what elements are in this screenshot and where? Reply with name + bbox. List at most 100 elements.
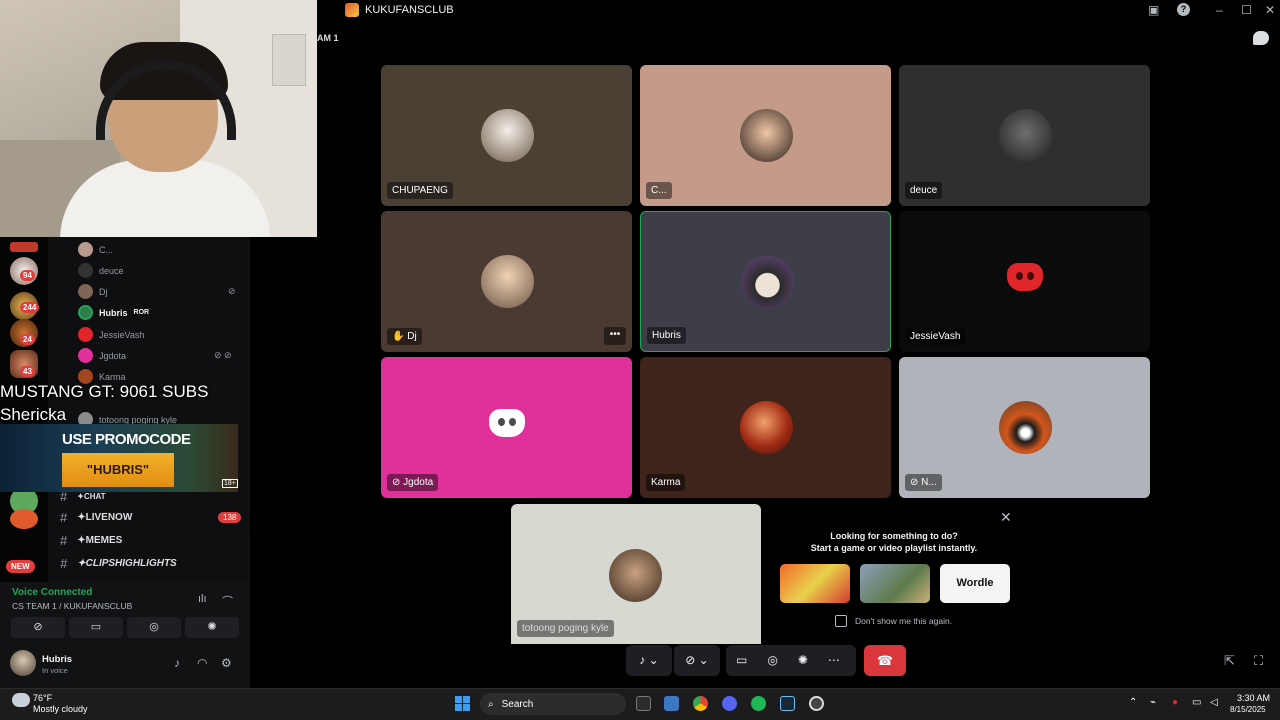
more-icon[interactable]: ⋯ [828, 653, 860, 667]
headphones-icon[interactable]: ◠ [197, 656, 207, 670]
unread-badge: 138 [218, 512, 242, 523]
channel-memes[interactable]: # ✦MEMES [60, 533, 122, 548]
disconnect-icon[interactable]: ⌒ [222, 593, 233, 609]
mute-button[interactable]: ♪ ⌄ [626, 645, 672, 676]
server-icon[interactable] [10, 242, 38, 252]
chat-icon[interactable] [1253, 31, 1269, 45]
activity-icon[interactable]: ◎ [767, 653, 797, 667]
voice-connected-status[interactable]: Voice Connected [12, 587, 92, 598]
participant-tile[interactable]: totoong poging kyle [511, 504, 761, 644]
app-icon[interactable] [809, 696, 824, 711]
participant-name-text: Dj [407, 331, 417, 342]
spotify-icon[interactable] [751, 696, 766, 711]
activity-title-line1: Looking for something to do? [830, 531, 958, 541]
participant-name: ⊘ N... [905, 474, 942, 491]
voice-waveform-icon[interactable]: ılı [198, 593, 207, 605]
mic-in-use-icon[interactable]: ● [1172, 697, 1178, 708]
network-icon[interactable]: ⌁ [1150, 697, 1156, 708]
age-rating: 18+ [222, 479, 238, 488]
participant-tile[interactable]: Karma [640, 357, 891, 498]
voice-user[interactable]: JessieVash [78, 327, 144, 342]
clock-time[interactable]: 3:30 AM [1237, 693, 1270, 703]
minimize-icon[interactable]: – [1216, 3, 1223, 17]
action-buttons-group[interactable]: ▭◎✺⋯ [726, 645, 856, 676]
close-icon[interactable]: ✕ [1000, 509, 1012, 526]
participant-name: ✋ Dj [387, 328, 422, 345]
discord-logo-icon [1007, 263, 1043, 291]
promo-code: "HUBRIS" [62, 453, 174, 487]
user-name: Hubris [42, 654, 73, 665]
more-options-button[interactable]: ••• [604, 327, 626, 345]
participant-tile[interactable]: deuce [899, 65, 1150, 206]
voice-user[interactable]: C... [78, 242, 113, 257]
mention-badge: 24 [20, 334, 35, 345]
screenshare-icon[interactable]: ▭ [736, 653, 767, 667]
popout-icon[interactable]: ⇱ [1224, 653, 1235, 669]
sub-name-text: Shericka [0, 405, 67, 424]
voice-user[interactable]: deuce [78, 263, 124, 278]
game-rail-carts[interactable] [780, 564, 850, 603]
soundboard-button[interactable]: ✺ [185, 617, 239, 638]
discord-icon[interactable] [722, 696, 737, 711]
voice-channel-path[interactable]: CS TEAM 1 / KUKUFANSCLUB [12, 601, 132, 611]
participant-tile[interactable]: JessieVash [899, 211, 1150, 352]
webcam-ac-unit [272, 34, 306, 86]
participant-tile[interactable]: ✋ Dj ••• [381, 211, 632, 352]
checkbox-icon[interactable] [835, 615, 847, 627]
user-avatar [78, 284, 93, 299]
soundboard-icon[interactable]: ✺ [798, 653, 828, 667]
display-icon[interactable]: ▭ [1192, 697, 1201, 708]
activity-title-line2: Start a game or video playlist instantly… [810, 543, 978, 553]
voice-user[interactable]: Jgdota [78, 348, 126, 363]
activity-button[interactable]: ◎ [127, 617, 181, 638]
screenshare-button[interactable]: ▭ [69, 617, 123, 638]
user-avatar [78, 348, 93, 363]
camera-button[interactable]: ⊘ [11, 617, 65, 638]
clock-date[interactable]: 8/15/2025 [1230, 705, 1266, 714]
participant-tile[interactable]: ⊘ N... [899, 357, 1150, 498]
chevron-up-icon[interactable]: ⌃ [1129, 697, 1137, 708]
weather-cloud-icon[interactable] [12, 693, 30, 707]
camera-toggle-button[interactable]: ⊘ ⌄ [674, 645, 720, 676]
weather-temp[interactable]: 76°F [33, 693, 52, 703]
volume-icon[interactable]: ◁ [1210, 697, 1218, 708]
channel-clipshighlights[interactable]: # ✦CLIPSHIGHLIGHTS [60, 556, 177, 571]
game-strike[interactable] [860, 564, 930, 603]
voice-user-name: C... [99, 244, 114, 255]
microphone-icon[interactable]: ♪ [174, 656, 180, 670]
taskbar-search[interactable]: ⌕ Search [480, 693, 626, 715]
avatar[interactable] [10, 650, 36, 676]
voice-user[interactable]: Hubris ROR [78, 305, 149, 320]
server-icon[interactable] [10, 509, 38, 529]
gear-icon[interactable]: ⚙ [221, 656, 232, 670]
chrome-icon[interactable] [693, 696, 708, 711]
help-icon[interactable]: ? [1177, 3, 1190, 16]
fullscreen-icon[interactable]: ⛶ [1254, 653, 1263, 669]
channel-name: ✦CHAT [77, 492, 106, 501]
user-avatar [78, 327, 93, 342]
participant-tile[interactable]: C... [640, 65, 891, 206]
server-logo-icon [345, 3, 359, 17]
dont-show-checkbox[interactable]: Don't show me this again. [835, 615, 952, 627]
participant-name: deuce [905, 182, 943, 199]
inbox-icon[interactable]: ▣ [1148, 3, 1159, 17]
weather-desc[interactable]: Mostly cloudy [33, 704, 88, 714]
store-icon[interactable] [664, 696, 679, 711]
task-view-icon[interactable] [636, 696, 651, 711]
participant-avatar [740, 401, 793, 454]
streamer-webcam [0, 0, 317, 237]
game-wordle[interactable]: Wordle [940, 564, 1010, 603]
hang-up-button[interactable]: ☎ [864, 645, 906, 676]
participant-tile[interactable]: CHUPAENG [381, 65, 632, 206]
channel-livenow[interactable]: # ✦LIVENOW [60, 510, 132, 525]
participant-tile-speaking[interactable]: Hubris [640, 211, 891, 352]
voice-user[interactable]: Dj [78, 284, 108, 299]
hash-icon: # [60, 510, 68, 525]
maximize-icon[interactable]: ☐ [1241, 3, 1252, 17]
steam-icon[interactable] [780, 696, 795, 711]
window-title-text: KUKUFANSCLUB [365, 4, 454, 16]
windows-start-icon[interactable] [455, 696, 470, 711]
close-window-icon[interactable]: ✕ [1265, 3, 1275, 17]
participant-tile[interactable]: ⊘ Jgdota [381, 357, 632, 498]
voice-channel-label: AM 1 [317, 33, 339, 43]
